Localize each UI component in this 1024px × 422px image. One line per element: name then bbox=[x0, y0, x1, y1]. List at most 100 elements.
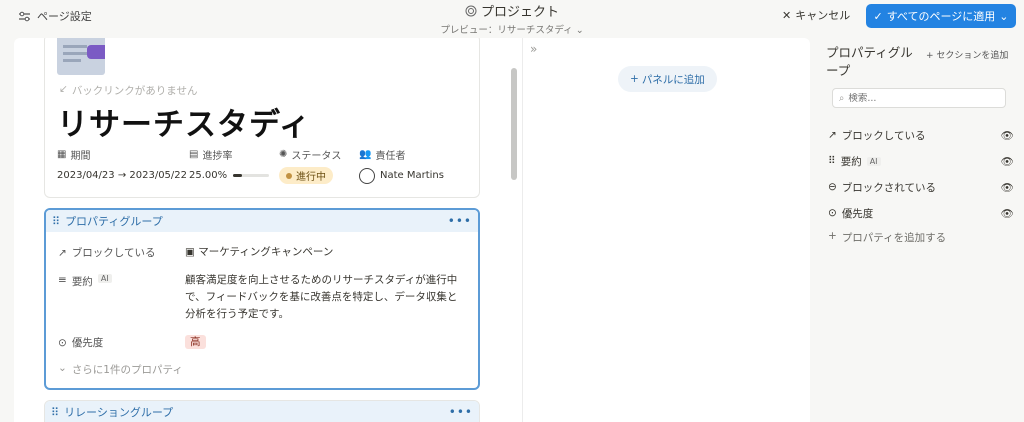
assignee-value[interactable]: Nate Martins bbox=[359, 167, 444, 184]
progress-percent: 25.00% bbox=[189, 170, 228, 181]
more-properties-label: さらに1件のプロパティ bbox=[71, 364, 183, 376]
top-bar: ページ設定 プロジェクト プレビュー：リサーチスタディ ⌄ ✕ キャンセル ✓ … bbox=[0, 0, 1024, 36]
add-to-panel-label: パネルに追加 bbox=[641, 73, 705, 86]
eye-icon[interactable]: 👁 bbox=[1001, 207, 1014, 220]
status-label: ステータス bbox=[291, 151, 342, 162]
plus-icon: + bbox=[828, 230, 837, 242]
relation-group-card[interactable]: ⠿ リレーショングループ ••• bbox=[44, 400, 480, 422]
status-value[interactable]: 進行中 bbox=[279, 167, 359, 184]
property-row-blocking[interactable]: ↗ ブロックしている ▣ マーケティングキャンペーン bbox=[58, 244, 333, 261]
property-values: 2023/04/23 → 2023/05/22 25.00% 進行中 Nate … bbox=[57, 167, 444, 184]
status-icon: ✺ bbox=[279, 149, 288, 160]
page-doc-icon bbox=[57, 38, 105, 75]
blocking-value-text: マーケティングキャンペーン bbox=[198, 246, 334, 258]
avatar bbox=[359, 167, 375, 184]
backlinks-notice: ↙ バックリンクがありません bbox=[59, 83, 198, 98]
database-title: プロジェクト bbox=[465, 1, 559, 20]
page-title: リサーチスタディ bbox=[57, 107, 311, 143]
chevron-down-icon: ⌄ bbox=[58, 362, 67, 374]
summary-value[interactable]: 顧客満足度を向上させるためのリサーチスタディが進行中で、フィードバックを基に改善… bbox=[185, 272, 467, 323]
ai-badge: AI bbox=[866, 156, 881, 166]
cancel-label: キャンセル bbox=[795, 9, 851, 22]
target-icon bbox=[465, 5, 477, 16]
more-options-icon[interactable]: ••• bbox=[449, 405, 473, 419]
ai-badge: AI bbox=[97, 274, 112, 283]
double-chevron-right-icon[interactable]: » bbox=[530, 42, 537, 56]
property-row-summary[interactable]: ≡ 要約 AI 顧客満足度を向上させるためのリサーチスタディが進行中で、フィード… bbox=[58, 272, 467, 323]
priority-tag: 高 bbox=[185, 335, 206, 349]
close-icon: ✕ bbox=[782, 8, 792, 22]
add-section-label: セクションを追加 bbox=[936, 51, 1009, 61]
plus-icon: + bbox=[630, 73, 639, 85]
add-to-panel-button[interactable]: + パネルに追加 bbox=[618, 66, 717, 92]
period-value[interactable]: 2023/04/23 → 2023/05/22 bbox=[57, 170, 189, 181]
drag-handle-icon[interactable]: ⠿ bbox=[828, 155, 836, 167]
progress-value[interactable]: 25.00% bbox=[189, 170, 279, 181]
sidebar-title: プロパティグループ bbox=[826, 45, 913, 78]
panel-divider bbox=[522, 38, 523, 422]
summary-label: 要約 bbox=[71, 276, 93, 288]
more-options-icon[interactable]: ••• bbox=[448, 214, 472, 228]
priority-label: 優先度 bbox=[71, 337, 104, 349]
progress-bar-fill bbox=[233, 174, 243, 177]
blocking-label: ブロックしている bbox=[71, 247, 156, 259]
drag-handle-icon[interactable]: ⠿ bbox=[52, 215, 60, 228]
drag-handle-icon[interactable]: ⠿ bbox=[51, 406, 59, 419]
page-header-card: ↙ バックリンクがありません リサーチスタディ ▦ 期間 ▤ 進捗率 ✺ ステー… bbox=[44, 38, 480, 198]
property-row-label: ≡ 要約 AI bbox=[58, 272, 185, 323]
sidebar-item-summary[interactable]: ⠿ 要約 AI 👁 bbox=[828, 151, 1014, 171]
priority-icon: ⊙ bbox=[828, 207, 837, 219]
sidebar-item-label: 優先度 bbox=[841, 207, 874, 220]
sidebar-item-blocked-by[interactable]: ⊖ ブロックされている 👁 bbox=[828, 177, 1014, 197]
status-property[interactable]: ✺ ステータス bbox=[279, 147, 359, 162]
sidebar-item-priority[interactable]: ⊙ 優先度 👁 bbox=[828, 203, 1014, 223]
text-lines-icon: ≡ bbox=[58, 274, 67, 286]
add-property-label: プロパティを追加する bbox=[841, 232, 947, 244]
arrow-down-left-icon: ↙ bbox=[59, 83, 68, 95]
priority-value[interactable]: 高 bbox=[185, 334, 206, 351]
blocking-value[interactable]: ▣ マーケティングキャンペーン bbox=[185, 244, 333, 261]
assignee-property[interactable]: 👥 責任者 bbox=[359, 147, 405, 162]
sidebar-item-label: ブロックしている bbox=[841, 129, 926, 142]
progress-icon: ▤ bbox=[189, 149, 199, 160]
backlinks-text: バックリンクがありません bbox=[71, 85, 198, 97]
period-property[interactable]: ▦ 期間 bbox=[57, 147, 189, 162]
property-group-sidebar: プロパティグループ + セクションを追加 ⌕ ↗ ブロックしている 👁 ⠿ 要約… bbox=[820, 38, 1024, 422]
priority-icon: ⊙ bbox=[58, 336, 67, 349]
progress-bar bbox=[233, 174, 270, 177]
sidebar-search[interactable]: ⌕ bbox=[832, 88, 1006, 108]
relation-group-header: ⠿ リレーショングループ ••• bbox=[45, 401, 479, 422]
property-row-priority[interactable]: ⊙ 優先度 高 bbox=[58, 334, 206, 351]
eye-icon[interactable]: 👁 bbox=[1001, 181, 1014, 194]
preview-canvas: ↙ バックリンクがありません リサーチスタディ ▦ 期間 ▤ 進捗率 ✺ ステー… bbox=[14, 38, 810, 422]
arrow-up-right-icon: ↗ bbox=[828, 129, 837, 141]
property-group-card[interactable]: ⠿ プロパティグループ ••• ↗ ブロックしている ▣ マーケティングキャンペ… bbox=[44, 208, 480, 390]
eye-icon[interactable]: 👁 bbox=[1001, 155, 1014, 168]
status-text: 進行中 bbox=[296, 172, 326, 183]
page-preview: ↙ バックリンクがありません リサーチスタディ ▦ 期間 ▤ 進捗率 ✺ ステー… bbox=[14, 38, 522, 422]
add-section-button[interactable]: + セクションを追加 bbox=[926, 48, 1008, 61]
assignee-name: Nate Martins bbox=[380, 170, 444, 181]
scrollbar-thumb[interactable] bbox=[511, 68, 517, 180]
property-group-header: ⠿ プロパティグループ ••• bbox=[46, 210, 478, 232]
apply-all-label: すべてのページに適用 bbox=[886, 10, 996, 23]
sidebar-item-blocking[interactable]: ↗ ブロックしている 👁 bbox=[828, 125, 1014, 145]
property-row-label: ↗ ブロックしている bbox=[58, 244, 185, 261]
chevron-down-icon: ⌄ bbox=[575, 25, 584, 36]
add-property-button[interactable]: + プロパティを追加する bbox=[828, 230, 946, 245]
status-dot bbox=[286, 172, 292, 179]
property-group-title: プロパティグループ bbox=[65, 215, 163, 228]
plus-icon: + bbox=[926, 51, 934, 61]
eye-icon[interactable]: 👁 bbox=[1001, 129, 1014, 142]
search-input[interactable] bbox=[848, 92, 989, 104]
people-icon: 👥 bbox=[359, 149, 372, 160]
cancel-button[interactable]: ✕ キャンセル bbox=[782, 7, 850, 23]
calendar-icon: ▦ bbox=[57, 149, 67, 160]
arrow-up-right-icon: ↗ bbox=[58, 246, 67, 259]
sidebar-item-label: ブロックされている bbox=[841, 181, 936, 194]
apply-all-button[interactable]: ✓ すべてのページに適用 ⌄ bbox=[866, 4, 1016, 28]
more-properties-toggle[interactable]: ⌄ さらに1件のプロパティ bbox=[58, 362, 183, 377]
property-labels: ▦ 期間 ▤ 進捗率 ✺ ステータス 👥 責任者 bbox=[57, 147, 405, 162]
progress-property[interactable]: ▤ 進捗率 bbox=[189, 147, 279, 162]
check-icon: ✓ bbox=[873, 9, 883, 23]
